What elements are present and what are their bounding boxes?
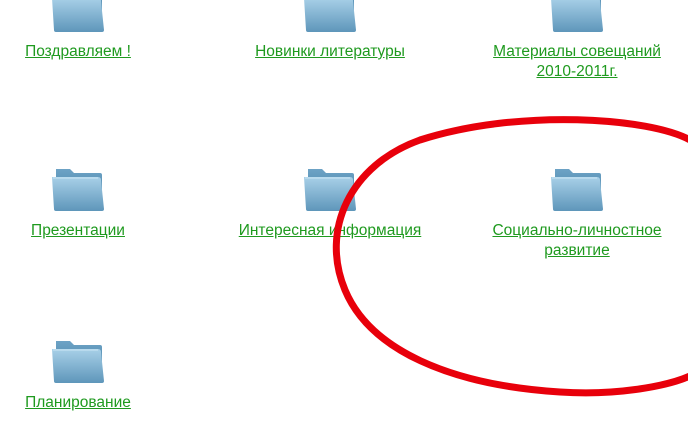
folder-item-interesnaya[interactable]: Интересная информация	[216, 163, 444, 241]
folder-icon[interactable]	[50, 163, 106, 213]
folder-link-sotsialno[interactable]: Социально-личностное развитие	[492, 221, 662, 261]
folder-icon[interactable]	[50, 335, 106, 385]
folder-item-prezentatsii[interactable]: Презентации	[0, 163, 192, 241]
folder-link-planirovanie[interactable]: Планирование	[0, 393, 192, 413]
folder-link-novinki[interactable]: Новинки литературы	[216, 42, 444, 62]
folder-icon[interactable]	[302, 163, 358, 213]
folder-icon[interactable]	[50, 0, 106, 34]
folder-link-materialy[interactable]: Материалы совещаний 2010-2011г.	[488, 42, 666, 82]
folder-item-sotsialno[interactable]: Социально-личностное развитие	[463, 163, 688, 261]
folder-item-novinki[interactable]: Новинки литературы	[216, 0, 444, 62]
folder-link-interesnaya[interactable]: Интересная информация	[216, 221, 444, 241]
folder-icon[interactable]	[302, 0, 358, 34]
folder-link-pozdravlyaem[interactable]: Поздравляем !	[0, 42, 192, 62]
folder-icon[interactable]	[549, 163, 605, 213]
folder-icon[interactable]	[549, 0, 605, 34]
folder-link-prezentatsii[interactable]: Презентации	[0, 221, 192, 241]
folder-item-planirovanie[interactable]: Планирование	[0, 335, 192, 413]
folder-item-pozdravlyaem[interactable]: Поздравляем !	[0, 0, 192, 62]
folder-item-materialy[interactable]: Материалы совещаний 2010-2011г.	[463, 0, 688, 82]
